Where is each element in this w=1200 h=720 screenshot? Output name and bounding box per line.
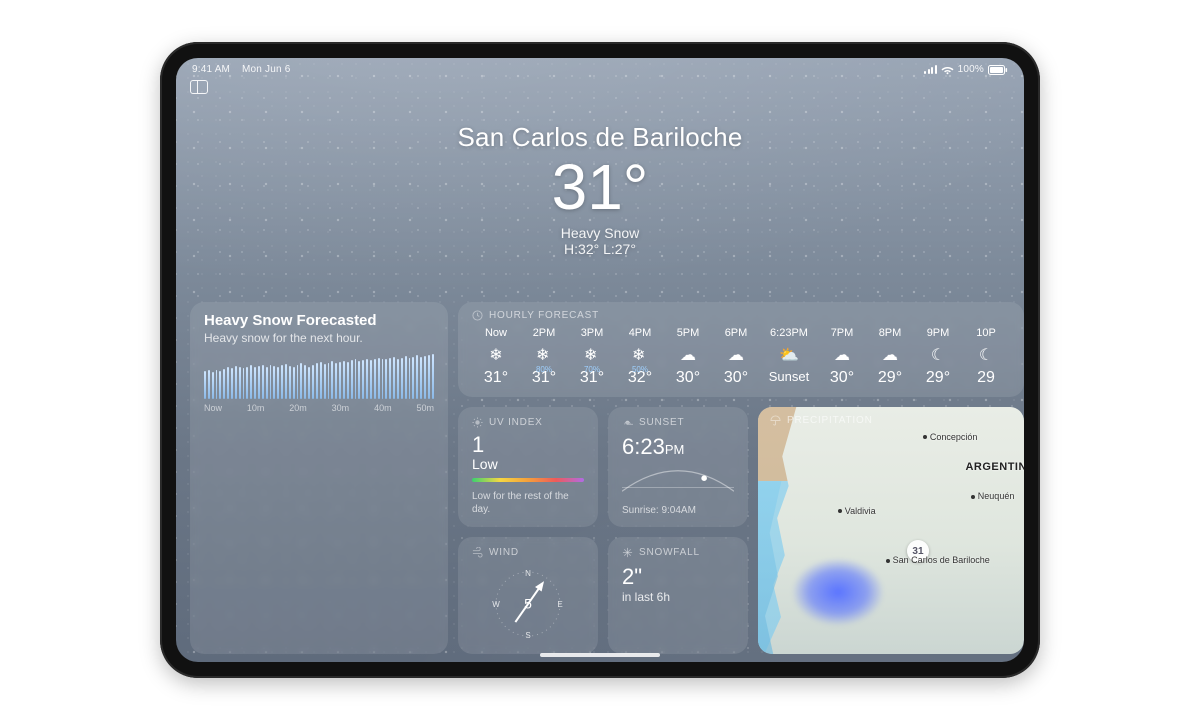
map-city-label: Neuquén (971, 491, 1015, 501)
hour-item: 8PM☁︎29° (866, 327, 914, 387)
weather-app-screen: 9:41 AM Mon Jun 6 100% San Carlos de Bar… (176, 58, 1024, 662)
hour-item: 10P☾29 (962, 327, 1010, 387)
snowfall-amount: 2" (622, 564, 734, 590)
hour-item: 5PM☁︎30° (664, 327, 712, 387)
sidebar-toggle-button[interactable] (190, 80, 208, 94)
cellular-icon (924, 65, 937, 74)
precip-bars (204, 353, 434, 399)
home-indicator[interactable] (540, 653, 660, 657)
right-column: HOURLY FORECAST Now❄︎31°2PM❄︎80%31°3PM❄︎… (458, 302, 1024, 654)
cloud-icon: ☁︎ (728, 345, 744, 363)
snow-icon: ❄︎ (489, 345, 502, 363)
pcloud-night-icon: ☁︎ (882, 345, 898, 363)
pcloud-night-icon: ☁︎ (834, 345, 850, 363)
map-country-label: ARGENTIN (965, 461, 1024, 473)
precip-axis: Now10m20m30m40m50m (204, 403, 434, 413)
hour-item: 7PM☁︎30° (818, 327, 866, 387)
uv-gradient (472, 478, 584, 482)
hour-item: 4PM❄︎50%32° (616, 327, 664, 387)
snow-icon: ❄︎80% (536, 345, 552, 363)
snowflake-icon (622, 547, 633, 558)
map-city-label: San Carlos de Bariloche (886, 555, 990, 565)
uv-level: Low (472, 456, 584, 472)
current-conditions: San Carlos de Bariloche 31° Heavy Snow H… (176, 122, 1024, 257)
hourly-header: HOURLY FORECAST (472, 310, 1010, 321)
map-city-label: Concepción (923, 432, 978, 442)
hour-item: 6PM☁︎30° (712, 327, 760, 387)
svg-text:W: W (492, 600, 500, 609)
uv-desc: Low for the rest of the day. (472, 490, 584, 516)
sunrise-label: Sunrise: 9:04AM (622, 504, 734, 517)
sunset-header: SUNSET (622, 417, 734, 428)
hour-item: Now❄︎31° (472, 327, 520, 387)
map-city-label: Valdivia (838, 506, 876, 516)
moon-icon: ☾ (979, 345, 993, 363)
snowfall-card[interactable]: SNOWFALL 2" in last 6h (608, 537, 748, 654)
hour-item: 3PM❄︎70%31° (568, 327, 616, 387)
snow-icon: ❄︎50% (632, 345, 648, 363)
snow-icon: ❄︎70% (584, 345, 600, 363)
sun-icon (472, 417, 483, 428)
wifi-icon (941, 65, 954, 75)
svg-text:N: N (525, 569, 531, 578)
uv-header: UV INDEX (472, 417, 584, 428)
status-date: Mon Jun 6 (242, 64, 291, 75)
detail-grid: Heavy Snow Forecasted Heavy snow for the… (190, 302, 1010, 662)
hourly-forecast-card[interactable]: HOURLY FORECAST Now❄︎31°2PM❄︎80%31°3PM❄︎… (458, 302, 1024, 397)
sunset-icon: ⛅ (779, 345, 799, 363)
wind-header: WIND (472, 547, 584, 558)
precip-title: Heavy Snow Forecasted (204, 312, 434, 329)
high-low: H:32° L:27° (176, 241, 1024, 257)
uv-value: 1 (472, 434, 584, 456)
cloud-icon: ☁︎ (680, 345, 696, 363)
hour-item: 6:23PM⛅Sunset (760, 327, 818, 387)
wind-icon (472, 547, 483, 558)
next-hour-precip-card[interactable]: Heavy Snow Forecasted Heavy snow for the… (190, 302, 448, 654)
sunset-icon (622, 417, 633, 428)
location-name: San Carlos de Bariloche (176, 122, 1024, 153)
current-condition: Heavy Snow (176, 225, 1024, 241)
statusbar: 9:41 AM Mon Jun 6 100% (176, 64, 1024, 75)
small-card-grid: UV INDEX 1 Low Low for the rest of the d… (458, 407, 1024, 654)
sunset-time: 6:23PM (622, 434, 734, 460)
precip-subtitle: Heavy snow for the next hour. (204, 331, 434, 345)
umbrella-icon (770, 415, 781, 426)
ipad-device-frame: 9:41 AM Mon Jun 6 100% San Carlos de Bar… (160, 42, 1040, 678)
battery-text: 100% (958, 64, 984, 75)
compass: N S E W 5 (488, 564, 568, 644)
uv-index-card[interactable]: UV INDEX 1 Low Low for the rest of the d… (458, 407, 598, 527)
wind-card[interactable]: WIND N S E W (458, 537, 598, 654)
statusbar-right: 100% (924, 64, 1008, 75)
statusbar-left: 9:41 AM Mon Jun 6 (192, 64, 291, 75)
svg-text:S: S (525, 631, 530, 640)
hour-item: 2PM❄︎80%31° (520, 327, 568, 387)
snowfall-header: SNOWFALL (622, 547, 734, 558)
current-temperature: 31° (176, 155, 1024, 219)
precipitation-map-card[interactable]: PRECIPITATION 31 ConcepciónNeuquénValdiv… (758, 407, 1024, 654)
clock-icon (472, 310, 483, 321)
snowfall-period: in last 6h (622, 590, 734, 604)
precip-map-header: PRECIPITATION (770, 415, 873, 426)
wind-value: 5 (524, 596, 532, 610)
sunset-card[interactable]: SUNSET 6:23PM Sunrise: 9:04AM (608, 407, 748, 527)
hour-item: 9PM☾29° (914, 327, 962, 387)
sun-arc (622, 464, 734, 498)
svg-text:E: E (557, 600, 562, 609)
precip-map[interactable]: 31 ConcepciónNeuquénValdiviaSan Carlos d… (758, 407, 1024, 654)
status-time: 9:41 AM (192, 64, 230, 75)
battery-icon (988, 65, 1008, 75)
moon-icon: ☾ (931, 345, 945, 363)
hourly-scroller[interactable]: Now❄︎31°2PM❄︎80%31°3PM❄︎70%31°4PM❄︎50%32… (472, 327, 1010, 387)
